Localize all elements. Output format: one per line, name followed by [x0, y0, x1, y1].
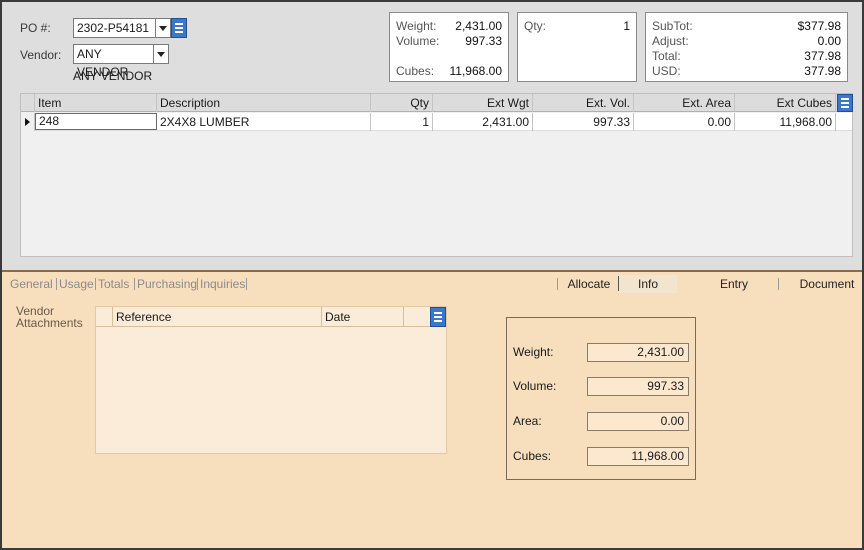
column-header-ext-vol[interactable]: Ext. Vol. — [533, 94, 634, 112]
info-cubes-field[interactable]: 11,968.00 — [587, 447, 689, 466]
weight-value: 2,431.00 — [455, 19, 502, 33]
column-header-ext-wgt[interactable]: Ext Wgt — [433, 94, 533, 112]
tab-purchasing[interactable]: Purchasing — [137, 275, 197, 293]
subtot-value: $377.98 — [797, 19, 841, 33]
cubes-label: Cubes: — [396, 64, 435, 78]
tab-totals[interactable]: Totals — [98, 275, 129, 293]
vendor-dropdown-button[interactable] — [153, 44, 169, 64]
row-indicator — [21, 113, 35, 131]
table-row[interactable]: 248 2X4X8 LUMBER 1 2,431.00 997.33 0.00 … — [21, 113, 852, 131]
vendor-attachments-label: Vendor Attachments — [16, 304, 83, 330]
row-selector-header — [21, 94, 35, 112]
tab-entry[interactable]: Entry — [702, 275, 766, 293]
weights-summary-box: Weight: 2,431.00 Volume: 997.33 Cubes: 11,9… — [389, 12, 509, 82]
attachments-columns-button[interactable] — [430, 307, 446, 327]
po-label: PO #: — [20, 21, 51, 35]
weight-label: Weight: — [396, 19, 437, 33]
description-cell[interactable]: 2X4X8 LUMBER — [157, 113, 371, 131]
cubes-value: 11,968.00 — [449, 64, 503, 78]
current-row-arrow-icon — [25, 118, 30, 126]
ext-area-cell[interactable]: 0.00 — [634, 113, 735, 131]
volume-value: 997.33 — [465, 34, 502, 48]
volume-label: Volume: — [396, 34, 440, 48]
info-area-field[interactable]: 0.00 — [587, 412, 689, 431]
column-header-date[interactable]: Date — [322, 307, 404, 327]
grid-columns-button[interactable] — [837, 94, 853, 112]
tab-inquiries[interactable]: Inquiries — [200, 275, 245, 293]
vendor-name: ANY VENDOR — [73, 69, 153, 83]
window: PO #: 2302-P54181 Vendor: ANY VENDOR ANY… — [0, 0, 864, 550]
info-metrics-group: Weight: 2,431.00 Volume: 997.33 Area: 0.… — [506, 317, 696, 480]
info-weight-field[interactable]: 2,431.00 — [587, 343, 689, 362]
line-items-grid[interactable]: Item Description Qty Ext Wgt Ext. Vol. E… — [20, 93, 853, 257]
total-value: 377.98 — [804, 49, 841, 63]
adjust-value: 0.00 — [817, 34, 841, 48]
ext-cubes-cell[interactable]: 11,968.00 — [735, 113, 836, 131]
info-area-label: Area: — [513, 414, 542, 428]
tab-general[interactable]: General — [10, 275, 53, 293]
ext-vol-cell[interactable]: 997.33 — [533, 113, 634, 131]
column-header-reference[interactable]: Reference — [113, 307, 322, 327]
item-cell[interactable]: 248 — [35, 113, 157, 130]
list-icon — [434, 312, 442, 314]
ext-wgt-cell[interactable]: 2,431.00 — [433, 113, 533, 131]
info-weight-label: Weight: — [513, 345, 554, 359]
column-header-ext-cubes[interactable]: Ext Cubes — [735, 94, 836, 112]
tab-usage[interactable]: Usage — [59, 275, 94, 293]
column-header-qty[interactable]: Qty — [371, 94, 433, 112]
po-number-input[interactable]: 2302-P54181 — [73, 18, 156, 38]
adjust-label: Adjust: — [652, 34, 689, 48]
usd-label: USD: — [652, 64, 681, 78]
vendor-label: Vendor: — [20, 48, 62, 62]
list-icon — [841, 98, 849, 100]
qty-value: 1 — [623, 19, 630, 33]
tab-bar: General Usage Totals Purchasing Inquirie… — [2, 275, 862, 293]
column-header-item[interactable]: Item — [35, 94, 157, 112]
info-volume-label: Volume: — [513, 379, 557, 393]
po-list-button[interactable] — [171, 18, 187, 38]
qty-summary-box: Qty: 1 — [517, 12, 637, 82]
qty-cell[interactable]: 1 — [371, 113, 433, 131]
subtot-label: SubTot: — [652, 19, 693, 33]
qty-label: Qty: — [524, 19, 547, 33]
vendor-input[interactable]: ANY VENDOR — [73, 44, 154, 79]
vendor-attachments-grid[interactable]: Reference Date — [95, 306, 447, 454]
attachments-header: Reference Date — [96, 307, 446, 327]
column-header-description[interactable]: Description — [157, 94, 371, 112]
total-label: Total: — [652, 49, 681, 63]
tab-info[interactable]: Info — [619, 275, 677, 293]
totals-summary-box: SubTot: $377.98 Adjust: 0.00 Total: 377.98 … — [645, 12, 848, 82]
detail-panel: General Usage Totals Purchasing Inquirie… — [2, 272, 862, 548]
info-volume-field[interactable]: 997.33 — [587, 377, 689, 396]
po-dropdown-button[interactable] — [155, 18, 171, 38]
list-icon — [175, 23, 183, 25]
column-header-ext-area[interactable]: Ext. Area — [634, 94, 735, 112]
po-header-panel: PO #: 2302-P54181 Vendor: ANY VENDOR ANY… — [2, 2, 862, 270]
attachments-row-selector-header — [96, 307, 113, 327]
tab-document[interactable]: Document — [792, 275, 862, 293]
tab-allocate[interactable]: Allocate — [560, 275, 618, 293]
usd-value: 377.98 — [804, 64, 841, 78]
info-cubes-label: Cubes: — [513, 449, 552, 463]
grid-header: Item Description Qty Ext Wgt Ext. Vol. E… — [21, 94, 853, 112]
